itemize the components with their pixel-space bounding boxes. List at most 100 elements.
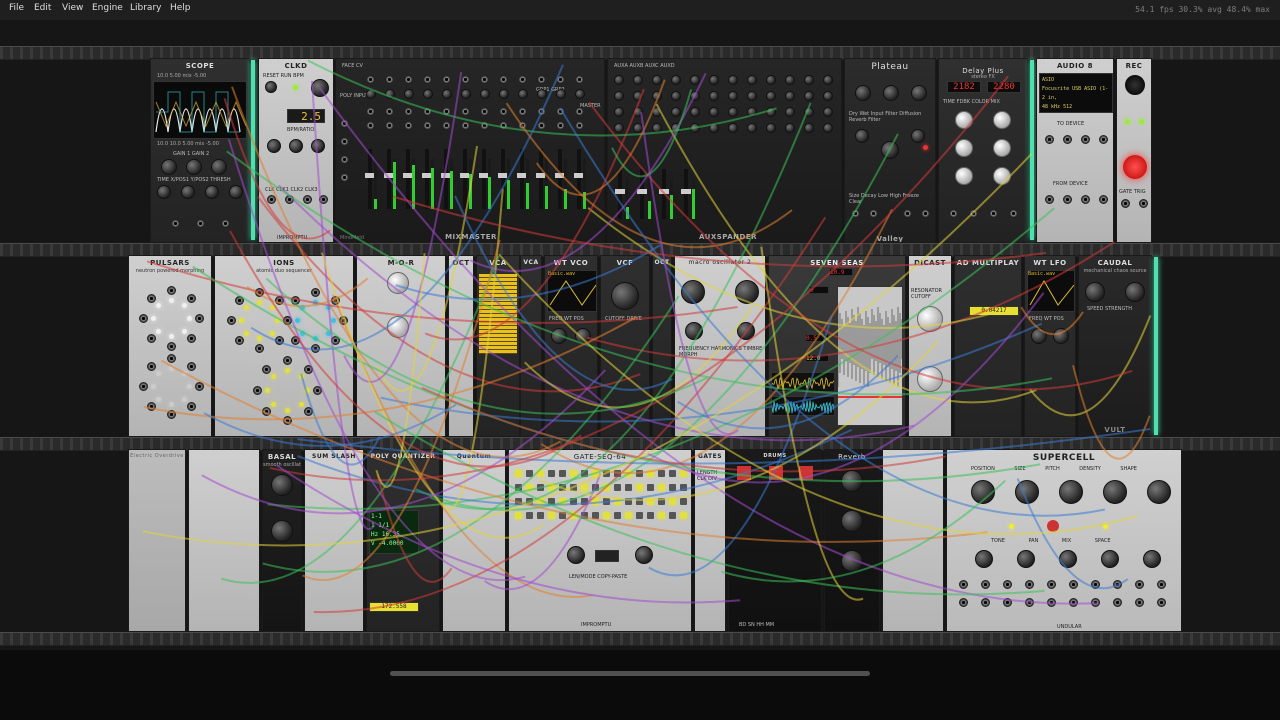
menu-engine[interactable]: Engine: [92, 3, 123, 13]
aux-send-knob[interactable]: [709, 91, 719, 101]
ring-jack[interactable]: [139, 382, 148, 391]
seven-seas-module[interactable]: SEVEN SEAS 10.9 0 0.5 12.0: [768, 255, 906, 437]
reset-button[interactable]: [265, 81, 277, 93]
input-jack[interactable]: [366, 107, 375, 116]
channel-fader[interactable]: [479, 149, 489, 209]
input-jack[interactable]: [404, 75, 413, 84]
gate-step-button[interactable]: [614, 512, 621, 519]
ring-jack[interactable]: [186, 333, 196, 343]
cv-jack[interactable]: [1135, 580, 1144, 589]
mix-knob[interactable]: [993, 167, 1011, 185]
ring-jack[interactable]: [255, 288, 264, 297]
ring-jack[interactable]: [291, 335, 301, 345]
ring-jack[interactable]: [147, 401, 157, 411]
input-jack[interactable]: [499, 121, 508, 130]
bpm-knob[interactable]: [311, 79, 329, 97]
gate-step-button[interactable]: [636, 498, 643, 505]
dicast-module[interactable]: DICAST RESONATOR CUTOFF: [908, 255, 952, 437]
feedback-knob[interactable]: [955, 139, 973, 157]
channel-fader[interactable]: [441, 149, 451, 209]
output-jack[interactable]: [1009, 209, 1018, 218]
ring-jack[interactable]: [167, 286, 176, 295]
cv-jack[interactable]: [959, 598, 968, 607]
ring-jack[interactable]: [283, 316, 292, 325]
clkd-knob[interactable]: [289, 139, 303, 153]
cv-jack[interactable]: [1025, 598, 1034, 607]
gate-step-button[interactable]: [625, 498, 632, 505]
aux-send-knob[interactable]: [766, 91, 776, 101]
tone-knob[interactable]: [1017, 550, 1035, 568]
cutoff-knob[interactable]: [917, 366, 943, 392]
aux-send-knob[interactable]: [728, 107, 738, 117]
aux-send-knob[interactable]: [747, 91, 757, 101]
cv-jack[interactable]: [1091, 580, 1100, 589]
clkd-module[interactable]: CLKD RESET RUN BPM 2.5 BPM/RATIO CLK CLK…: [258, 58, 334, 243]
gate-step-button[interactable]: [570, 470, 577, 477]
size-knob[interactable]: [855, 129, 869, 143]
gate-step-button[interactable]: [603, 484, 610, 491]
gate-step-button[interactable]: [614, 498, 621, 505]
aux-send-knob[interactable]: [823, 75, 833, 85]
utility-module[interactable]: [188, 449, 260, 632]
gate-step-button[interactable]: [559, 470, 566, 477]
freq-knob[interactable]: [1031, 328, 1047, 344]
aux-send-knob[interactable]: [823, 91, 833, 101]
size-knob[interactable]: [1015, 480, 1039, 504]
menu-library[interactable]: Library: [130, 3, 161, 13]
pan-knob[interactable]: [556, 89, 566, 99]
rec-module[interactable]: REC GATE TRIG: [1116, 58, 1152, 243]
gate-step-button[interactable]: [625, 484, 632, 491]
scope-knob[interactable]: [186, 159, 202, 175]
gate-step-button[interactable]: [548, 484, 555, 491]
timbre-knob[interactable]: [685, 322, 703, 340]
pan-knob[interactable]: [366, 89, 376, 99]
aux-send-knob[interactable]: [785, 75, 795, 85]
aux-send-knob[interactable]: [747, 107, 757, 117]
aux-send-knob[interactable]: [804, 91, 814, 101]
gate-step-button[interactable]: [526, 512, 533, 519]
gate-step-button[interactable]: [636, 512, 643, 519]
audio8-module[interactable]: AUDIO 8 ASIO Focusrite USB ASIO (1-2 in,…: [1036, 58, 1114, 243]
input-jack[interactable]: [461, 121, 470, 130]
aux-fader[interactable]: [681, 169, 691, 219]
ring-jack[interactable]: [147, 362, 157, 372]
gate-step-button[interactable]: [625, 512, 632, 519]
scope-knob[interactable]: [157, 185, 171, 199]
input-jack[interactable]: [537, 121, 546, 130]
channel-fader[interactable]: [403, 149, 413, 209]
aux-send-knob[interactable]: [652, 107, 662, 117]
trig-jack[interactable]: [1139, 199, 1148, 208]
predelay-knob[interactable]: [911, 85, 927, 101]
ring-jack[interactable]: [304, 364, 314, 374]
gate-step-button[interactable]: [680, 512, 687, 519]
input-jack[interactable]: [340, 137, 349, 146]
resonator-knob[interactable]: [917, 306, 943, 332]
input-jack[interactable]: [851, 209, 860, 218]
aux-send-knob[interactable]: [690, 91, 700, 101]
input-jack[interactable]: [869, 209, 878, 218]
gate-step-button[interactable]: [669, 470, 676, 477]
gate-step-button[interactable]: [526, 498, 533, 505]
gateseq-knob[interactable]: [635, 546, 653, 564]
ring-jack[interactable]: [283, 416, 292, 425]
pan-knob[interactable]: [518, 89, 528, 99]
aux-send-knob[interactable]: [671, 91, 681, 101]
channel-fader[interactable]: [422, 149, 432, 209]
time-knob[interactable]: [993, 111, 1011, 129]
position-knob[interactable]: [971, 480, 995, 504]
channel-fader[interactable]: [517, 149, 527, 209]
aux-send-knob[interactable]: [747, 123, 757, 133]
aux-send-knob[interactable]: [614, 123, 624, 133]
decay-knob[interactable]: [911, 129, 925, 143]
pan-knob[interactable]: [1059, 550, 1077, 568]
gate-step-button[interactable]: [592, 470, 599, 477]
ions-module[interactable]: IONS atomic duo sequencer: [214, 255, 354, 437]
mor-module[interactable]: M-O-R: [356, 255, 446, 437]
gate-step-button[interactable]: [636, 484, 643, 491]
freq-knob[interactable]: [551, 328, 567, 344]
aux-send-knob[interactable]: [633, 107, 643, 117]
gate-step-button[interactable]: [658, 484, 665, 491]
aux-send-knob[interactable]: [671, 75, 681, 85]
aux-fader[interactable]: [615, 169, 625, 219]
overdrive-module[interactable]: Electric Overdrive: [128, 449, 186, 632]
